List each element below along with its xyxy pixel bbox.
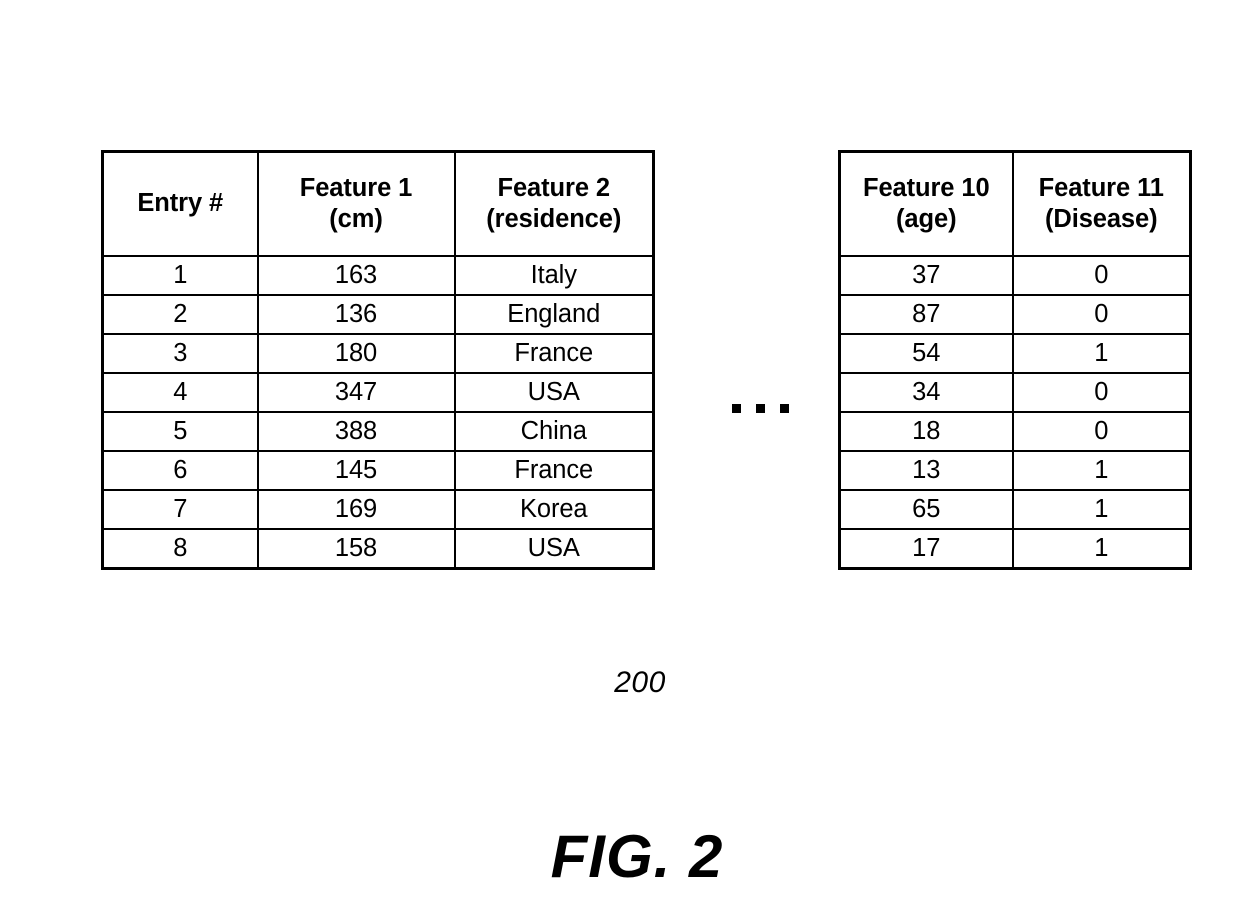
cell-feature-2: China <box>453 411 655 452</box>
feature-table-left: Entry # Feature 1 (cm) Feature 2 (reside… <box>101 150 655 570</box>
cell-feature-10: 65 <box>838 489 1014 530</box>
cell-feature-11: 1 <box>1011 450 1192 491</box>
column-header-feature-11: Feature 11 (Disease) <box>1011 150 1192 257</box>
cell-feature-2: USA <box>453 528 655 570</box>
figure-caption: FIG. 2 <box>550 823 724 890</box>
cell-feature-10: 13 <box>838 450 1014 491</box>
cell-feature-2: Italy <box>453 255 655 296</box>
cell-feature-11: 0 <box>1011 372 1192 413</box>
cell-feature-10: 34 <box>838 372 1014 413</box>
cell-entry: 6 <box>101 450 259 491</box>
table-row: 4 347 USA <box>101 372 655 413</box>
column-header-entry-line1: Entry # <box>137 189 224 218</box>
cell-entry: 8 <box>101 528 259 570</box>
cell-feature-1: 163 <box>256 255 456 296</box>
column-header-feature-10-line1: Feature 10 <box>862 173 990 202</box>
feature-table-right: Feature 10 (age) Feature 11 (Disease) 37… <box>838 150 1192 570</box>
column-header-feature-2-line1: Feature 2 <box>497 173 611 202</box>
cell-feature-10: 87 <box>838 294 1014 335</box>
cell-feature-10: 54 <box>838 333 1014 374</box>
cell-feature-2: France <box>453 333 655 374</box>
column-header-feature-2-line2: (residence) <box>486 205 622 233</box>
cell-feature-11: 0 <box>1011 255 1192 296</box>
column-header-feature-10-line2: (age) <box>896 205 957 233</box>
cell-feature-11: 1 <box>1011 528 1192 570</box>
cell-feature-2: France <box>453 450 655 491</box>
cell-feature-11: 1 <box>1011 489 1192 530</box>
table-row: 18 0 <box>838 411 1192 452</box>
cell-entry: 4 <box>101 372 259 413</box>
cell-feature-1: 158 <box>256 528 456 570</box>
reference-numeral-200: 200 <box>614 666 666 699</box>
cell-feature-11: 0 <box>1011 411 1192 452</box>
column-header-entry: Entry # <box>101 150 259 257</box>
table-row: 1 163 Italy <box>101 255 655 296</box>
cell-entry: 3 <box>101 333 259 374</box>
table-row: 7 169 Korea <box>101 489 655 530</box>
cell-feature-10: 17 <box>838 528 1014 570</box>
table-row: 13 1 <box>838 450 1192 491</box>
cell-feature-10: 37 <box>838 255 1014 296</box>
cell-feature-1: 347 <box>256 372 456 413</box>
table-row: 6 145 France <box>101 450 655 491</box>
table-row: 3 180 France <box>101 333 655 374</box>
cell-feature-2: Korea <box>453 489 655 530</box>
column-header-feature-1: Feature 1 (cm) <box>256 150 456 257</box>
column-header-feature-11-line1: Feature 11 <box>1038 173 1164 202</box>
cell-entry: 7 <box>101 489 259 530</box>
cell-feature-1: 136 <box>256 294 456 335</box>
cell-entry: 1 <box>101 255 259 296</box>
column-header-feature-1-line2: (cm) <box>329 205 383 233</box>
ellipsis-dot <box>731 403 741 413</box>
table-row: 17 1 <box>838 528 1192 570</box>
ellipsis-dot <box>779 403 789 413</box>
cell-feature-1: 388 <box>256 411 456 452</box>
column-header-feature-10: Feature 10 (age) <box>838 150 1014 257</box>
column-header-feature-1-line1: Feature 1 <box>299 173 413 202</box>
cell-entry: 2 <box>101 294 259 335</box>
column-header-feature-11-line2: (Disease) <box>1045 205 1158 233</box>
cell-feature-10: 18 <box>838 411 1014 452</box>
cell-feature-11: 1 <box>1011 333 1192 374</box>
table-row: 54 1 <box>838 333 1192 374</box>
cell-feature-11: 0 <box>1011 294 1192 335</box>
cell-feature-1: 180 <box>256 333 456 374</box>
cell-feature-1: 169 <box>256 489 456 530</box>
table-row: 8 158 USA <box>101 528 655 570</box>
cell-feature-1: 145 <box>256 450 456 491</box>
table-row: 34 0 <box>838 372 1192 413</box>
cell-feature-2: USA <box>453 372 655 413</box>
ellipsis-dot <box>755 403 765 413</box>
column-header-feature-2: Feature 2 (residence) <box>453 150 655 257</box>
table-row: 2 136 England <box>101 294 655 335</box>
table-header-row: Entry # Feature 1 (cm) Feature 2 (reside… <box>101 150 655 257</box>
table-row: 37 0 <box>838 255 1192 296</box>
table-header-row: Feature 10 (age) Feature 11 (Disease) <box>838 150 1192 257</box>
cell-entry: 5 <box>101 411 259 452</box>
figure-canvas: Entry # Feature 1 (cm) Feature 2 (reside… <box>0 0 1240 922</box>
table-row: 65 1 <box>838 489 1192 530</box>
cell-feature-2: England <box>453 294 655 335</box>
table-continuation-ellipsis <box>700 386 820 430</box>
table-row: 87 0 <box>838 294 1192 335</box>
table-row: 5 388 China <box>101 411 655 452</box>
